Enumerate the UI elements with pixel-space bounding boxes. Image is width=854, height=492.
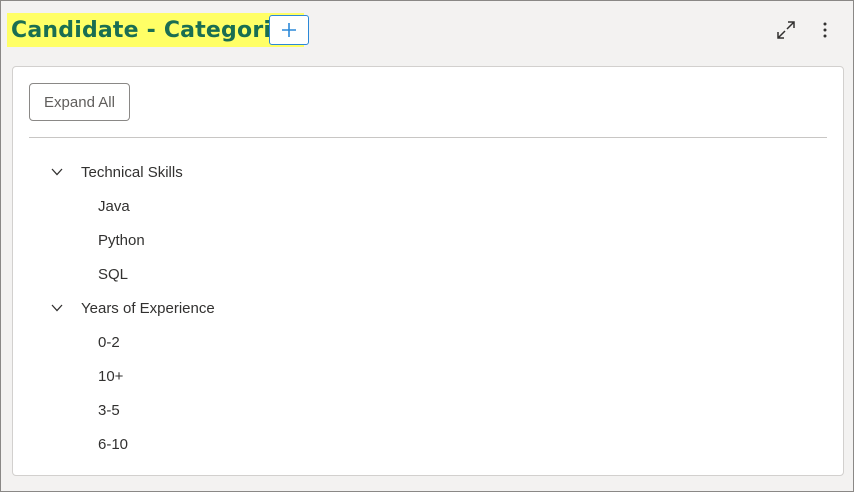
- vertical-ellipsis-icon: [823, 22, 827, 38]
- expand-view-button[interactable]: [772, 16, 800, 44]
- chevron-down-icon[interactable]: [51, 301, 65, 315]
- tree-node-label: 10+: [98, 367, 124, 385]
- tree-node-child[interactable]: 6-10: [13, 427, 843, 461]
- expand-all-button[interactable]: Expand All: [29, 83, 130, 121]
- chevron-down-icon[interactable]: [51, 165, 65, 179]
- page-title: Candidate - Categories: [11, 17, 300, 43]
- categories-card: Expand All Technical Skills Java Python SQL…: [12, 66, 844, 476]
- tree-node-parent[interactable]: Technical Skills: [13, 155, 843, 189]
- tree-node-label: Java: [98, 197, 130, 215]
- tree-node-child[interactable]: 0-2: [13, 325, 843, 359]
- add-category-button[interactable]: [269, 15, 309, 45]
- plus-icon: [282, 23, 296, 37]
- tree-node-child[interactable]: SQL: [13, 257, 843, 291]
- tree-node-child[interactable]: Java: [13, 189, 843, 223]
- tree-node-label: Python: [98, 231, 145, 249]
- page-title-highlight: Candidate - Categories: [7, 13, 304, 47]
- tree-node-label: SQL: [98, 265, 129, 283]
- category-tree: Technical Skills Java Python SQL Years of Ex…: [13, 155, 843, 461]
- app-frame: Candidate - Categories Expand All Techni…: [0, 0, 854, 492]
- tree-node-label: Years of Experience: [81, 299, 215, 317]
- tree-node-label: Technical Skills: [81, 163, 183, 181]
- tree-node-parent[interactable]: Years of Experience: [13, 291, 843, 325]
- tree-node-child[interactable]: 3-5: [13, 393, 843, 427]
- tree-node-child[interactable]: 10+: [13, 359, 843, 393]
- tree-node-label: 6-10: [98, 435, 129, 453]
- divider: [29, 137, 827, 138]
- expand-arrows-icon: [777, 21, 795, 39]
- tree-node-label: 3-5: [98, 401, 120, 419]
- tree-node-label: 0-2: [98, 333, 120, 351]
- more-options-button[interactable]: [811, 16, 839, 44]
- tree-node-child[interactable]: Python: [13, 223, 843, 257]
